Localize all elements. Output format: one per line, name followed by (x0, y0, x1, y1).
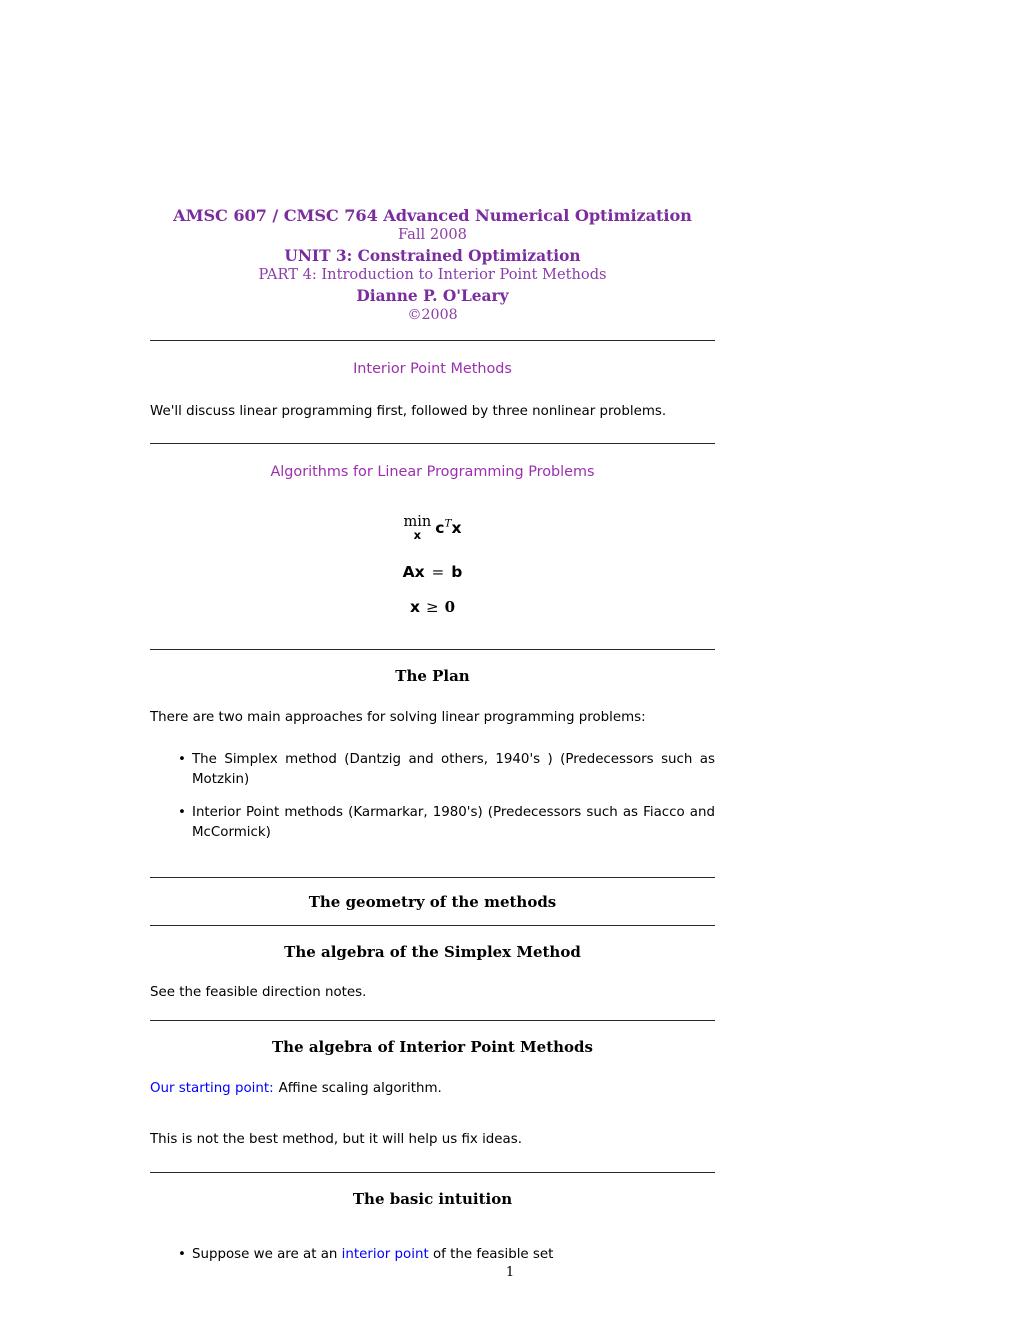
page-content: AMSC 607 / CMSC 764 Advanced Numerical O… (150, 205, 715, 1264)
min-subscript-variable: x (413, 528, 422, 543)
list-item-text-suffix: of the feasible set (428, 1246, 554, 1262)
starting-point-label: Our starting point: (150, 1081, 274, 1097)
equation-nonnegativity-constraint: x ≥0 (150, 597, 715, 616)
matrix-A: A (402, 562, 415, 581)
heading-geometry-of-methods: The geometry of the methods (308, 892, 557, 911)
author-name: Dianne P. O'Leary (356, 287, 509, 306)
course-term: Fall 2008 (398, 226, 467, 244)
heading-interior-point-methods: Interior Point Methods (353, 361, 512, 378)
list-item-text: Interior Point methods (Karmarkar, 1980'… (192, 805, 715, 841)
equation-equality-constraint: Ax = b (150, 562, 715, 581)
vector-x: x (409, 597, 420, 616)
title-block: AMSC 607 / CMSC 764 Advanced Numerical O… (150, 205, 715, 324)
interior-point-highlight: interior point (341, 1246, 429, 1262)
page-number: 1 (505, 1265, 515, 1280)
document-page: AMSC 607 / CMSC 764 Advanced Numerical O… (0, 0, 1020, 1320)
zero-value: 0 (444, 597, 455, 616)
paragraph-interior-point-intro: We'll discuss linear programming first, … (150, 404, 667, 420)
greater-equal-sign: ≥ (425, 597, 439, 616)
list-item-text: The Simplex method (Dantzig and others, … (192, 752, 715, 787)
heading-algorithms-for-lp: Algorithms for Linear Programming Proble… (270, 463, 595, 480)
heading-basic-intuition: The basic intuition (352, 1189, 513, 1208)
plan-approaches-list: • The Simplex method (Dantzig and others… (150, 750, 715, 842)
heading-the-plan: The Plan (395, 666, 470, 685)
bullet-icon: • (178, 805, 186, 821)
course-title: AMSC 607 / CMSC 764 Advanced Numerical O… (173, 206, 692, 225)
paragraph-the-plan-intro: There are two main approaches for solvin… (150, 709, 646, 725)
vector-x: x (451, 518, 462, 537)
basic-intuition-list: • Suppose we are at an interior point of… (150, 1245, 715, 1265)
bullet-icon: • (178, 1246, 186, 1262)
list-item-text-prefix: Suppose we are at an (192, 1246, 342, 1262)
paragraph-method-caveat: This is not the best method, but it will… (150, 1132, 522, 1148)
list-item: • The Simplex method (Dantzig and others… (150, 750, 715, 789)
min-label: min (403, 513, 432, 530)
vector-b: b (451, 562, 463, 581)
equals-sign: = (431, 562, 445, 581)
starting-point-text: Affine scaling algorithm. (278, 1081, 442, 1097)
copyright-notice: ©2008 (407, 307, 458, 324)
vector-x: x (414, 562, 425, 581)
lp-formulation: min x cTx Ax = b x ≥0 (150, 515, 715, 616)
list-item: • Suppose we are at an interior point of… (150, 1245, 715, 1265)
list-item: • Interior Point methods (Karmarkar, 198… (150, 803, 715, 842)
min-operator: min x (404, 515, 432, 542)
unit-title: UNIT 3: Constrained Optimization (284, 247, 581, 266)
bullet-icon: • (178, 752, 186, 768)
heading-algebra-of-simplex-method: The algebra of the Simplex Method (284, 942, 581, 961)
paragraph-starting-point: Our starting point: Affine scaling algori… (150, 1079, 715, 1098)
equation-objective: min x cTx (150, 515, 715, 542)
paragraph-simplex-note: See the feasible direction notes. (150, 984, 367, 1000)
heading-algebra-of-interior-point-methods: The algebra of Interior Point Methods (272, 1038, 593, 1057)
part-title: PART 4: Introduction to Interior Point M… (258, 266, 607, 284)
